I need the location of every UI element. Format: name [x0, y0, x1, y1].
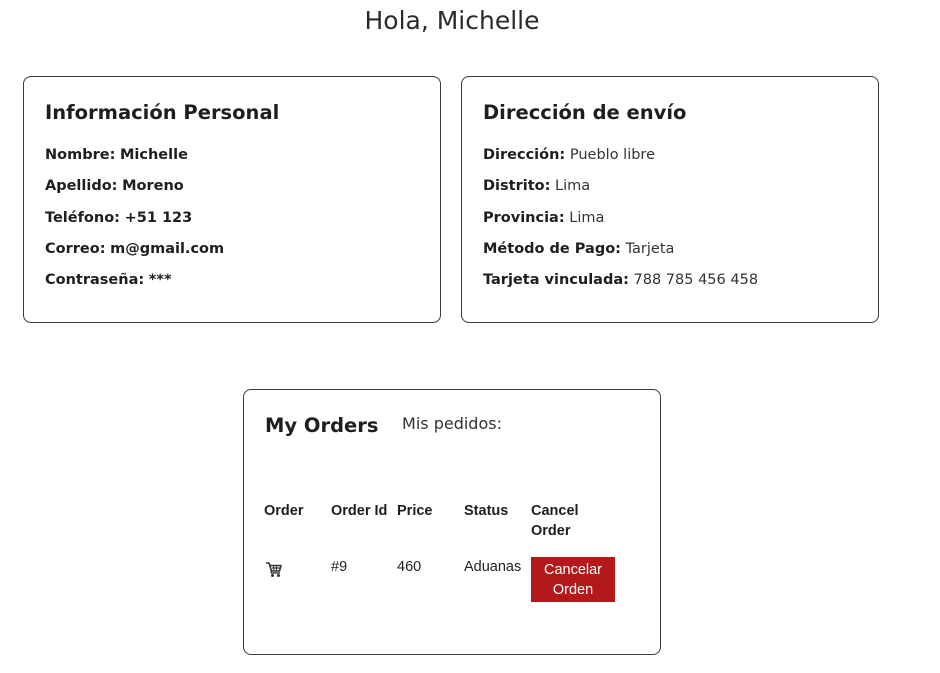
personal-info-title: Información Personal	[45, 101, 280, 124]
order-icon-cell	[264, 557, 331, 602]
personal-info-card: Información Personal Nombre: Michelle Ap…	[23, 76, 441, 323]
field-label: Nombre:	[45, 147, 116, 163]
field-value: Tarjeta	[625, 240, 675, 257]
column-header-order-id: Order Id	[331, 503, 388, 519]
field-value: m@gmail.com	[110, 240, 225, 257]
column-header-price: Price	[397, 503, 433, 519]
field-value: Michelle	[119, 147, 188, 163]
field-value: Lima	[569, 209, 605, 226]
orders-card: Mis pedidos: My Orders Order Order Id Pr…	[243, 389, 661, 655]
field-label: Dirección:	[483, 147, 566, 163]
personal-info-list: Nombre: Michelle Apellido: Moreno Teléfo…	[45, 146, 224, 302]
field-label: Método de Pago:	[483, 240, 621, 257]
shipping-field-direccion: Dirección: Pueblo libre	[483, 146, 758, 177]
shopping-cart-icon	[264, 559, 284, 579]
greeting-heading: Hola, Michelle	[364, 6, 540, 35]
order-action-cell: Cancelar Orden	[531, 557, 621, 602]
shipping-address-card: Dirección de envío Dirección: Pueblo lib…	[461, 76, 879, 323]
orders-title: My Orders	[265, 414, 379, 437]
field-value: Lima	[555, 178, 591, 195]
field-label: Teléfono:	[45, 209, 120, 226]
shipping-field-metodo-pago: Método de Pago: Tarjeta	[483, 240, 758, 271]
field-label: Apellido:	[45, 178, 118, 195]
field-value: 788 785 456 458	[633, 272, 759, 289]
personal-field-telefono: Teléfono: +51 123	[45, 209, 224, 240]
column-header-status: Status	[464, 503, 509, 519]
personal-field-contrasena: Contraseña: ***	[45, 271, 224, 302]
field-label: Provincia:	[483, 209, 565, 226]
field-label: Correo:	[45, 240, 106, 257]
field-value: ***	[148, 272, 172, 289]
field-value: Moreno	[122, 178, 184, 195]
order-price-cell: 460	[397, 559, 422, 575]
field-label: Distrito:	[483, 178, 551, 195]
orders-header-row: Order Order Id Price Status Cancel Order	[264, 501, 621, 557]
shipping-field-distrito: Distrito: Lima	[483, 177, 758, 208]
personal-field-correo: Correo: m@gmail.com	[45, 240, 224, 271]
column-header-order: Order	[264, 503, 304, 519]
order-id-cell: #9	[331, 559, 348, 575]
field-label: Contraseña:	[45, 272, 145, 289]
shipping-address-title: Dirección de envío	[483, 101, 687, 124]
personal-field-apellido: Apellido: Moreno	[45, 177, 224, 208]
cancel-order-button[interactable]: Cancelar Orden	[531, 557, 615, 602]
shipping-field-provincia: Provincia: Lima	[483, 209, 758, 240]
column-header-cancel-order: Cancel Order	[531, 503, 579, 539]
field-label: Tarjeta vinculada:	[483, 272, 629, 289]
orders-table: Order Order Id Price Status Cancel Order	[264, 501, 621, 602]
order-status-cell: Aduanas	[464, 559, 522, 575]
personal-field-nombre: Nombre: Michelle	[45, 146, 224, 177]
field-value: +51 123	[124, 209, 193, 226]
shipping-info-list: Dirección: Pueblo libre Distrito: Lima P…	[483, 146, 758, 302]
table-row: #9 460 Aduanas Cancelar Orden	[264, 557, 621, 602]
field-value: Pueblo libre	[569, 147, 655, 163]
shipping-field-tarjeta: Tarjeta vinculada: 788 785 456 458	[483, 271, 758, 302]
